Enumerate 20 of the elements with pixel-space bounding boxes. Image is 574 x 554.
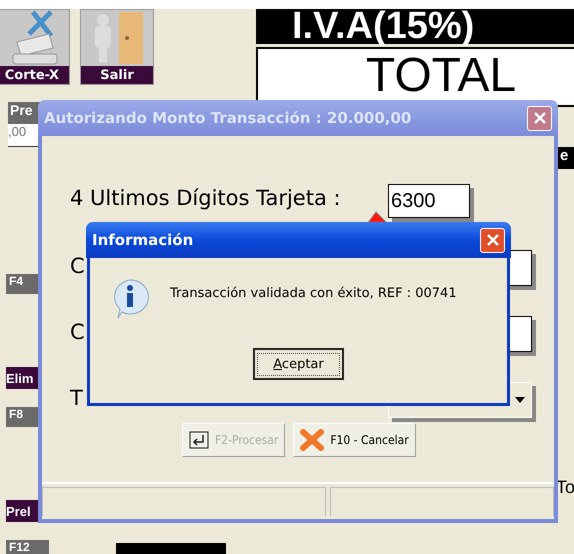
- close-icon: [486, 233, 500, 247]
- dialog-button[interactable]: F10 - Cancelar: [293, 423, 416, 457]
- toolbar-button[interactable]: Corte-X: [0, 66, 69, 84]
- field-label: C: [70, 320, 85, 344]
- input-field[interactable]: 6300: [388, 184, 470, 218]
- tax-label: I.V.A(15%): [256, 9, 574, 44]
- field-label: C: [70, 254, 85, 278]
- enter-icon: [189, 431, 209, 449]
- message-text: Transacción validada con éxito, REF : 00741: [170, 286, 457, 301]
- field-label: 4 Ultimos Dígitos Tarjeta :: [70, 186, 341, 210]
- total-caption: To: [556, 477, 574, 498]
- cancel-icon: [300, 429, 324, 451]
- function-key-header: F12: [6, 540, 49, 554]
- window-title: Información: [92, 231, 194, 249]
- toolbar-button[interactable]: Salir: [81, 66, 153, 84]
- dropdown-arrow-icon: [515, 397, 525, 403]
- close-icon: [532, 111, 546, 125]
- ok-button[interactable]: Aceptar: [253, 348, 344, 380]
- close-button[interactable]: [480, 228, 505, 252]
- field-label: T: [70, 386, 83, 410]
